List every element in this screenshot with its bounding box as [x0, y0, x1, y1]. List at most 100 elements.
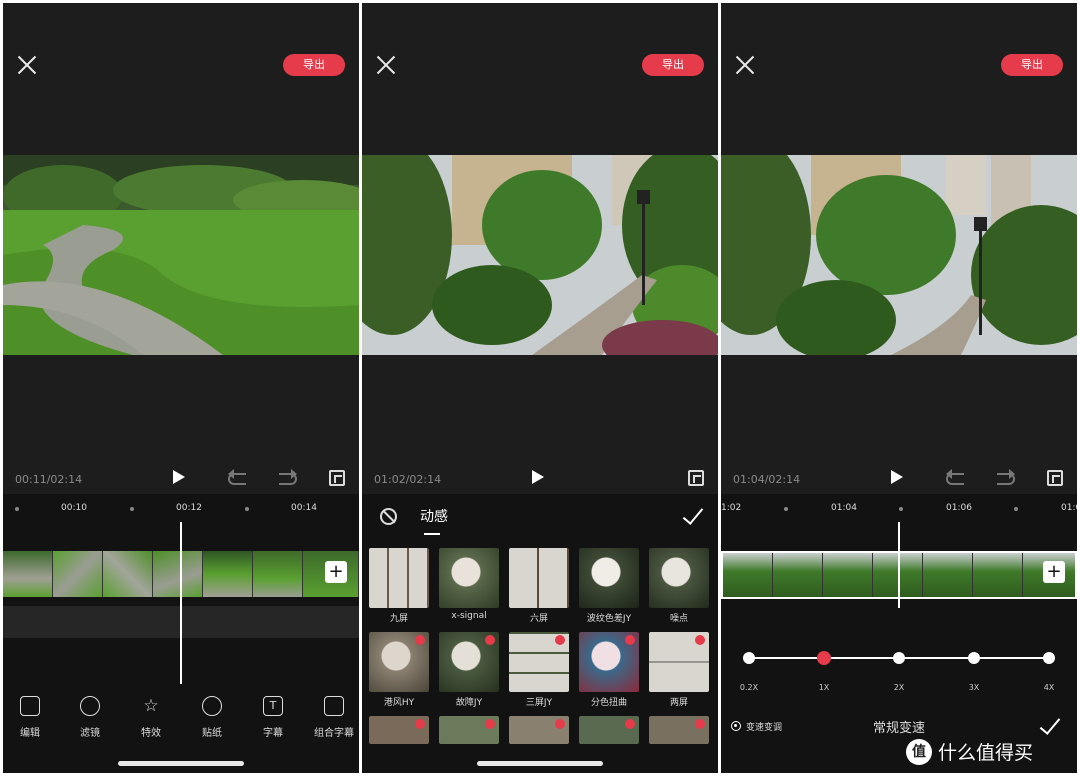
home-indicator[interactable]	[477, 761, 603, 766]
pitch-radio-icon[interactable]	[731, 721, 741, 731]
timeline[interactable]: 1:02 01:04 01:06 01:0 +	[721, 494, 1077, 608]
home-indicator[interactable]	[118, 761, 244, 766]
effect-thumbnail	[509, 548, 569, 608]
undo-icon[interactable]	[228, 469, 246, 485]
timeline[interactable]: 00:10 00:12 00:14 +	[3, 494, 359, 684]
play-icon[interactable]	[173, 470, 185, 484]
effect-label: 故障JY	[455, 698, 483, 708]
ruler-tick: 01:04	[831, 503, 857, 513]
playback-time: 00:11/02:14	[15, 473, 83, 486]
tool-sticker[interactable]: 贴纸	[187, 696, 237, 739]
video-preview[interactable]	[362, 155, 718, 355]
add-clip-button[interactable]: +	[325, 561, 347, 583]
tool-filter[interactable]: 滤镜	[65, 696, 115, 739]
tool-combo-subtitle[interactable]: 组合字幕	[309, 696, 359, 739]
effect-category-tab[interactable]: 动感	[420, 506, 448, 526]
effect-thumbnail	[509, 716, 569, 744]
add-clip-button[interactable]: +	[1043, 561, 1065, 583]
watermark-logo-icon: 值	[906, 738, 932, 765]
pitch-option-label[interactable]: 变速变调	[746, 720, 782, 733]
effect-item[interactable]	[369, 716, 429, 744]
export-button[interactable]: 导出	[283, 54, 345, 76]
tool-edit[interactable]: 编辑	[5, 696, 55, 739]
speed-node-2X[interactable]	[893, 652, 905, 664]
speed-node-1X[interactable]	[817, 651, 831, 665]
speed-label: 0.2X	[739, 683, 759, 692]
effect-item[interactable]: 港风HY	[369, 632, 429, 708]
effect-item[interactable]: x-signal	[439, 548, 499, 621]
close-icon[interactable]	[17, 55, 37, 75]
effects-grid: 九屏 x-signal 六屏 波纹色差JY 噪点 港风HY 故障JY 三屏JY	[362, 538, 718, 773]
close-icon[interactable]	[376, 55, 396, 75]
fullscreen-icon[interactable]	[329, 470, 345, 486]
effect-item[interactable]: 噪点	[649, 548, 709, 624]
effect-item[interactable]: 六屏	[509, 548, 569, 624]
play-icon[interactable]	[891, 470, 903, 484]
redo-icon[interactable]	[997, 469, 1015, 485]
effect-thumbnail	[439, 632, 499, 692]
export-button[interactable]: 导出	[1001, 54, 1063, 76]
fullscreen-icon[interactable]	[1047, 470, 1063, 486]
export-button[interactable]: 导出	[642, 54, 704, 76]
subtitle-icon: T	[263, 696, 283, 716]
speed-node-3X[interactable]	[968, 652, 980, 664]
clip-frame	[253, 551, 303, 597]
effect-item[interactable]	[509, 716, 569, 744]
filter-icon	[80, 696, 100, 716]
video-preview[interactable]	[3, 155, 359, 355]
effect-label: 港风HY	[383, 698, 415, 708]
ruler-dot	[245, 507, 249, 511]
ruler-dot	[784, 507, 788, 511]
speed-label: 2X	[893, 683, 905, 692]
clip-frame	[3, 551, 53, 597]
effect-thumbnail	[579, 716, 639, 744]
effect-item[interactable]: 故障JY	[439, 632, 499, 708]
undo-icon[interactable]	[946, 469, 964, 485]
clip-frame	[203, 551, 253, 597]
effect-item[interactable]: 两屏	[649, 632, 709, 708]
clip-frame	[53, 551, 103, 597]
ruler-tick: 00:14	[291, 503, 317, 513]
play-icon[interactable]	[532, 470, 544, 484]
tab-underline	[424, 533, 440, 535]
redo-icon[interactable]	[279, 469, 297, 485]
tool-effects[interactable]: ☆ 特效	[126, 696, 176, 739]
effect-thumbnail	[579, 548, 639, 608]
effect-item[interactable]	[579, 716, 639, 744]
speed-node-4X[interactable]	[1043, 652, 1055, 664]
effect-label: 波纹色差JY	[586, 614, 632, 624]
playhead[interactable]	[898, 522, 900, 608]
download-icon	[555, 719, 565, 729]
effect-label: 三屏JY	[525, 698, 553, 708]
close-icon[interactable]	[735, 55, 755, 75]
effect-thumbnail	[649, 716, 709, 744]
speed-panel: 0.2X 1X 2X 3X 4X 变速变调 常规变速 值 什么值得买	[721, 608, 1077, 773]
ruler-tick: 00:10	[61, 503, 87, 513]
confirm-check-icon[interactable]	[1039, 713, 1061, 735]
effects-icon: ☆	[143, 696, 159, 716]
video-preview[interactable]	[721, 155, 1077, 355]
tool-label: 贴纸	[202, 728, 222, 739]
effect-thumbnail	[439, 716, 499, 744]
clip-frame	[823, 553, 873, 597]
download-icon	[415, 635, 425, 645]
effect-label: 噪点	[669, 614, 688, 624]
no-effect-icon[interactable]	[380, 508, 397, 525]
playhead[interactable]	[180, 522, 182, 684]
fullscreen-icon[interactable]	[688, 470, 704, 486]
tool-subtitle[interactable]: T 字幕	[248, 696, 298, 739]
speed-node-0.2X[interactable]	[743, 652, 755, 664]
download-icon	[695, 635, 705, 645]
tool-label: 滤镜	[80, 728, 100, 739]
combo-subtitle-icon	[324, 696, 344, 716]
effect-item[interactable]: 分色扭曲	[579, 632, 639, 708]
ruler-dot	[130, 507, 134, 511]
effect-item[interactable]	[649, 716, 709, 744]
speed-mode-title: 常规变速	[873, 721, 926, 736]
effect-item[interactable]: 三屏JY	[509, 632, 569, 708]
effect-item[interactable]	[439, 716, 499, 744]
confirm-check-icon[interactable]	[682, 503, 704, 525]
effect-item[interactable]: 波纹色差JY	[579, 548, 639, 624]
clip-frame	[923, 553, 973, 597]
effect-item[interactable]: 九屏	[369, 548, 429, 624]
